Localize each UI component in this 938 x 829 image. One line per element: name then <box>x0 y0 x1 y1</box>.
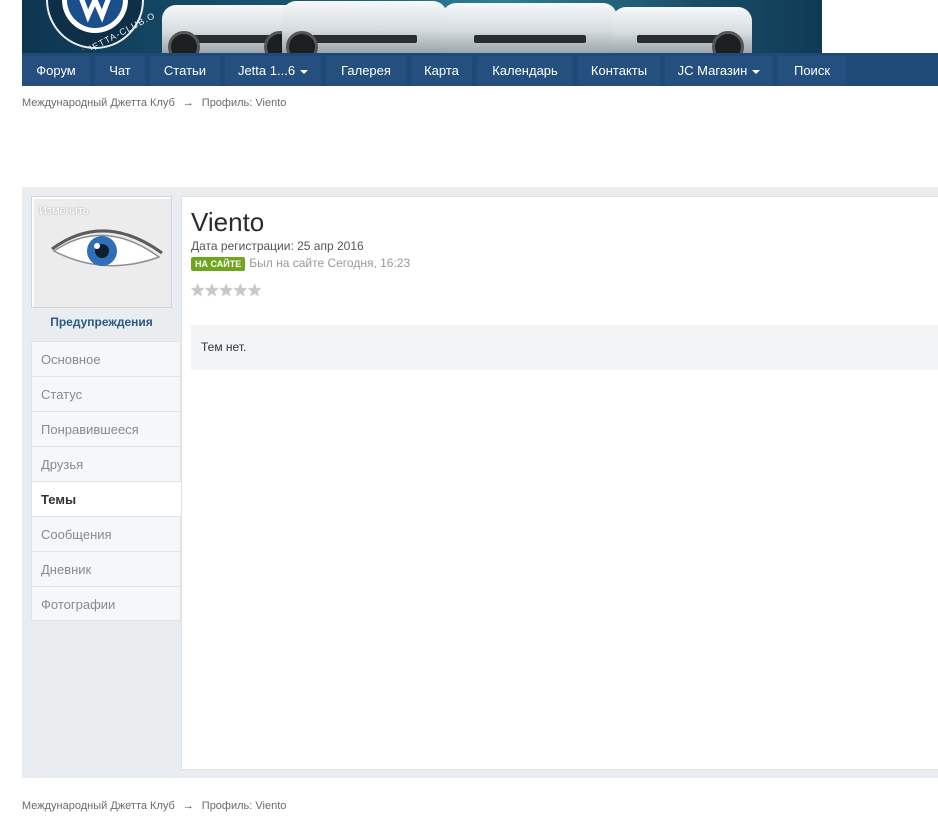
tab-diary[interactable]: Дневник <box>31 551 181 586</box>
star-icon[interactable]: ★ <box>219 281 234 300</box>
tab-friends[interactable]: Друзья <box>31 446 181 481</box>
nav-item-chat[interactable]: Чат <box>95 56 145 86</box>
star-icon[interactable]: ★ <box>233 281 248 300</box>
profile-username: Viento <box>191 207 265 237</box>
online-badge: НА САЙТЕ <box>191 256 246 271</box>
nav-label: Jetta 1...6 <box>237 63 296 78</box>
site-header: WWW.JETTA-CLUB.ORG <box>0 0 938 53</box>
nav-item-forum[interactable]: Форум <box>22 56 90 86</box>
nav-label: Карта <box>424 63 459 78</box>
chevron-down-icon <box>300 69 309 74</box>
breadcrumb-home-link[interactable]: Международный Джетта Клуб <box>22 800 175 812</box>
profile-tabs: Основное Статус Понравившееся Друзья Тем… <box>31 341 182 621</box>
breadcrumb-bottom: Международный Джетта Клуб → Профиль: Vient… <box>22 800 286 812</box>
registration-date: Дата регистрации: 25 апр 2016 <box>191 239 364 253</box>
nav-label: Галерея <box>341 63 391 78</box>
car-image <box>162 5 302 53</box>
header-banner: WWW.JETTA-CLUB.ORG <box>22 0 822 53</box>
avatar-change-link[interactable]: Изменить <box>39 205 89 217</box>
main-nav: Форум Чат Статьи Jetta 1...6 Галерея Кар… <box>22 53 938 86</box>
tab-photos[interactable]: Фотографии <box>31 586 181 621</box>
nav-item-search[interactable]: Поиск <box>778 56 846 86</box>
breadcrumb-arrow-icon: → <box>182 97 194 109</box>
nav-label: Форум <box>36 63 76 78</box>
nav-label: Статьи <box>163 63 207 78</box>
nav-item-jetta[interactable]: Jetta 1...6 <box>225 56 321 86</box>
breadcrumb-home-link[interactable]: Международный Джетта Клуб <box>22 97 175 109</box>
nav-label: Календарь <box>492 63 558 78</box>
breadcrumb: Международный Джетта Клуб → Профиль: Vient… <box>22 97 286 109</box>
breadcrumb-current: Профиль: Viento <box>201 800 287 812</box>
star-icon[interactable]: ★ <box>247 281 262 300</box>
nav-item-articles[interactable]: Статьи <box>150 56 220 86</box>
car-image <box>612 7 752 53</box>
avatar[interactable]: Изменить <box>31 196 172 308</box>
tab-basic[interactable]: Основное <box>31 341 181 376</box>
online-status: НА САЙТЕ Был на сайте Сегодня, 16:23 <box>191 256 411 271</box>
car-image <box>442 3 617 53</box>
nav-label: Поиск <box>793 63 831 78</box>
nav-label: Контакты <box>590 63 648 78</box>
star-icon[interactable]: ★ <box>204 281 219 300</box>
nav-item-calendar[interactable]: Календарь <box>477 56 573 86</box>
rating-stars[interactable]: ★★★★★ <box>190 281 262 301</box>
warnings-link[interactable]: Предупреждения <box>31 315 172 329</box>
car-image <box>282 1 447 53</box>
nav-label: Чат <box>109 63 131 78</box>
tab-status[interactable]: Статус <box>31 376 181 411</box>
topics-list: Тем нет. <box>191 325 938 370</box>
chevron-down-icon <box>752 69 761 74</box>
tab-topics[interactable]: Темы <box>31 481 182 516</box>
breadcrumb-current: Профиль: Viento <box>201 97 287 109</box>
profile-main-panel: Viento Дата регистрации: 25 апр 2016 НА … <box>181 196 938 770</box>
star-icon[interactable]: ★ <box>190 281 205 300</box>
empty-topics-message: Тем нет. <box>201 340 247 354</box>
profile-container: Изменить Предупреждения Основное Статус … <box>22 187 938 778</box>
tab-liked[interactable]: Понравившееся <box>31 411 181 446</box>
last-seen: Был на сайте Сегодня, 16:23 <box>249 256 411 270</box>
tab-messages[interactable]: Сообщения <box>31 516 181 551</box>
nav-item-shop[interactable]: JC Магазин <box>665 56 773 86</box>
breadcrumb-arrow-icon: → <box>182 800 194 812</box>
nav-item-gallery[interactable]: Галерея <box>326 56 406 86</box>
vw-club-logo[interactable]: WWW.JETTA-CLUB.ORG <box>36 0 154 50</box>
nav-label: JC Магазин <box>677 63 748 78</box>
nav-item-map[interactable]: Карта <box>411 56 472 86</box>
nav-item-contacts[interactable]: Контакты <box>578 56 660 86</box>
